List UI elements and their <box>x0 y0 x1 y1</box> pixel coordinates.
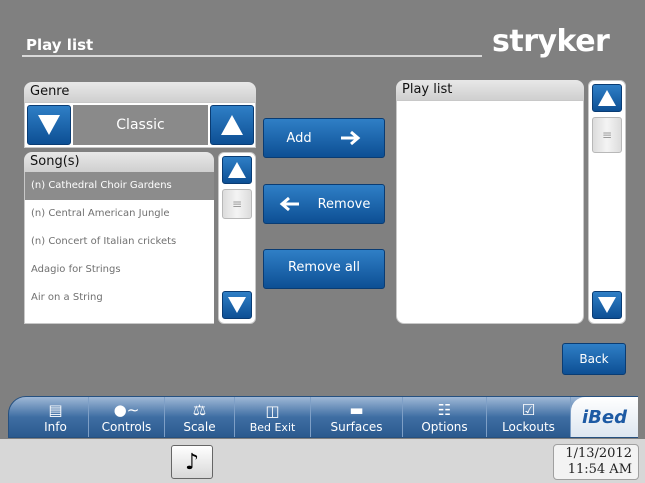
add-button[interactable]: Add <box>263 118 385 158</box>
nav-item-options[interactable]: ☷ Options <box>403 397 487 437</box>
nav-label: Scale <box>183 420 216 434</box>
song-item[interactable]: Adagio for Strings <box>25 256 214 284</box>
nav-item-controls[interactable]: ●∼ Controls <box>89 397 165 437</box>
bottom-nav-bar: ▤ Info ●∼ Controls ⚖ Scale ◫ Bed Exit ▬ … <box>8 396 638 438</box>
nav-item-scale[interactable]: ⚖ Scale <box>165 397 235 437</box>
nav-label: Bed Exit <box>249 421 296 434</box>
page-title: Play list <box>26 36 94 54</box>
remove-label: Remove <box>317 196 371 212</box>
add-label: Add <box>286 130 312 146</box>
arrow-up-icon <box>221 115 243 135</box>
bed-exit-icon: ◫ <box>265 402 280 420</box>
song-item[interactable]: (n) Cathedral Choir Gardens <box>25 172 214 200</box>
genre-value: Classic <box>73 105 208 145</box>
songs-scroll-thumb[interactable]: ≡ <box>222 189 252 219</box>
sliders-icon: ☷ <box>437 401 452 419</box>
arrow-down-icon <box>228 297 246 313</box>
playlist-panel: Play list <box>396 80 584 324</box>
songs-panel: Song(s) (n) Cathedral Choir Gardens (n) … <box>24 152 214 324</box>
stryker-logo: stryker <box>492 24 610 59</box>
nav-label: Surfaces <box>330 420 383 434</box>
date-time-display: 1/13/2012 11:54 AM <box>553 444 639 480</box>
nav-item-lockouts[interactable]: ☑ Lockouts <box>487 397 571 437</box>
arrow-left-icon <box>279 196 299 212</box>
arrow-right-icon <box>340 130 360 146</box>
back-button[interactable]: Back <box>562 343 626 375</box>
arrow-up-icon <box>228 162 246 178</box>
info-icon: ▤ <box>48 401 63 419</box>
music-button[interactable]: ♪ <box>171 445 213 479</box>
playlist-scroll-up-button[interactable] <box>592 84 622 112</box>
song-item[interactable]: Air on a String <box>25 284 214 312</box>
songs-scroll-down-button[interactable] <box>222 291 252 319</box>
mattress-icon: ▬ <box>349 401 364 419</box>
ibed-logo[interactable]: iBed <box>571 397 638 437</box>
genre-selector: Classic <box>24 102 256 148</box>
genre-down-button[interactable] <box>27 105 71 145</box>
nav-item-info[interactable]: ▤ Info <box>23 397 89 437</box>
title-divider <box>22 55 482 57</box>
songs-scroll-up-button[interactable] <box>222 156 252 184</box>
nav-item-bed-exit[interactable]: ◫ Bed Exit <box>235 397 311 437</box>
nav-item-surfaces[interactable]: ▬ Surfaces <box>311 397 403 437</box>
nav-label: Info <box>44 420 67 434</box>
playlist-scrollbar[interactable]: ≡ <box>588 80 626 324</box>
nav-label: Options <box>421 420 468 434</box>
genre-label: Genre <box>24 82 256 102</box>
arrow-up-icon <box>598 90 616 106</box>
songs-list: (n) Cathedral Choir Gardens (n) Central … <box>24 172 214 324</box>
playlist-label: Play list <box>396 80 584 100</box>
nav-label: Lockouts <box>502 420 555 434</box>
status-footer <box>0 439 645 483</box>
song-item[interactable]: (n) Central American Jungle <box>25 200 214 228</box>
remove-all-label: Remove all <box>287 260 361 275</box>
scale-icon: ⚖ <box>192 401 207 419</box>
song-item[interactable]: (n) Concert of Italian crickets <box>25 228 214 256</box>
playlist-scroll-down-button[interactable] <box>592 291 622 319</box>
genre-panel: Genre Classic <box>24 82 256 148</box>
time-text: 11:54 AM <box>567 462 632 477</box>
songs-scrollbar[interactable]: ≡ <box>218 152 256 324</box>
arrow-down-icon <box>38 115 60 135</box>
remove-button[interactable]: Remove <box>263 184 385 224</box>
patient-icon: ●∼ <box>113 401 140 419</box>
date-text: 1/13/2012 <box>565 446 632 461</box>
music-note-icon: ♪ <box>184 449 200 475</box>
playlist-list[interactable] <box>396 100 584 324</box>
genre-up-button[interactable] <box>210 105 254 145</box>
songs-label: Song(s) <box>24 152 214 172</box>
lock-icon: ☑ <box>521 401 536 419</box>
nav-label: Controls <box>101 420 152 434</box>
remove-all-button[interactable]: Remove all <box>263 249 385 289</box>
arrow-down-icon <box>598 297 616 313</box>
playlist-scroll-thumb[interactable]: ≡ <box>592 117 622 153</box>
